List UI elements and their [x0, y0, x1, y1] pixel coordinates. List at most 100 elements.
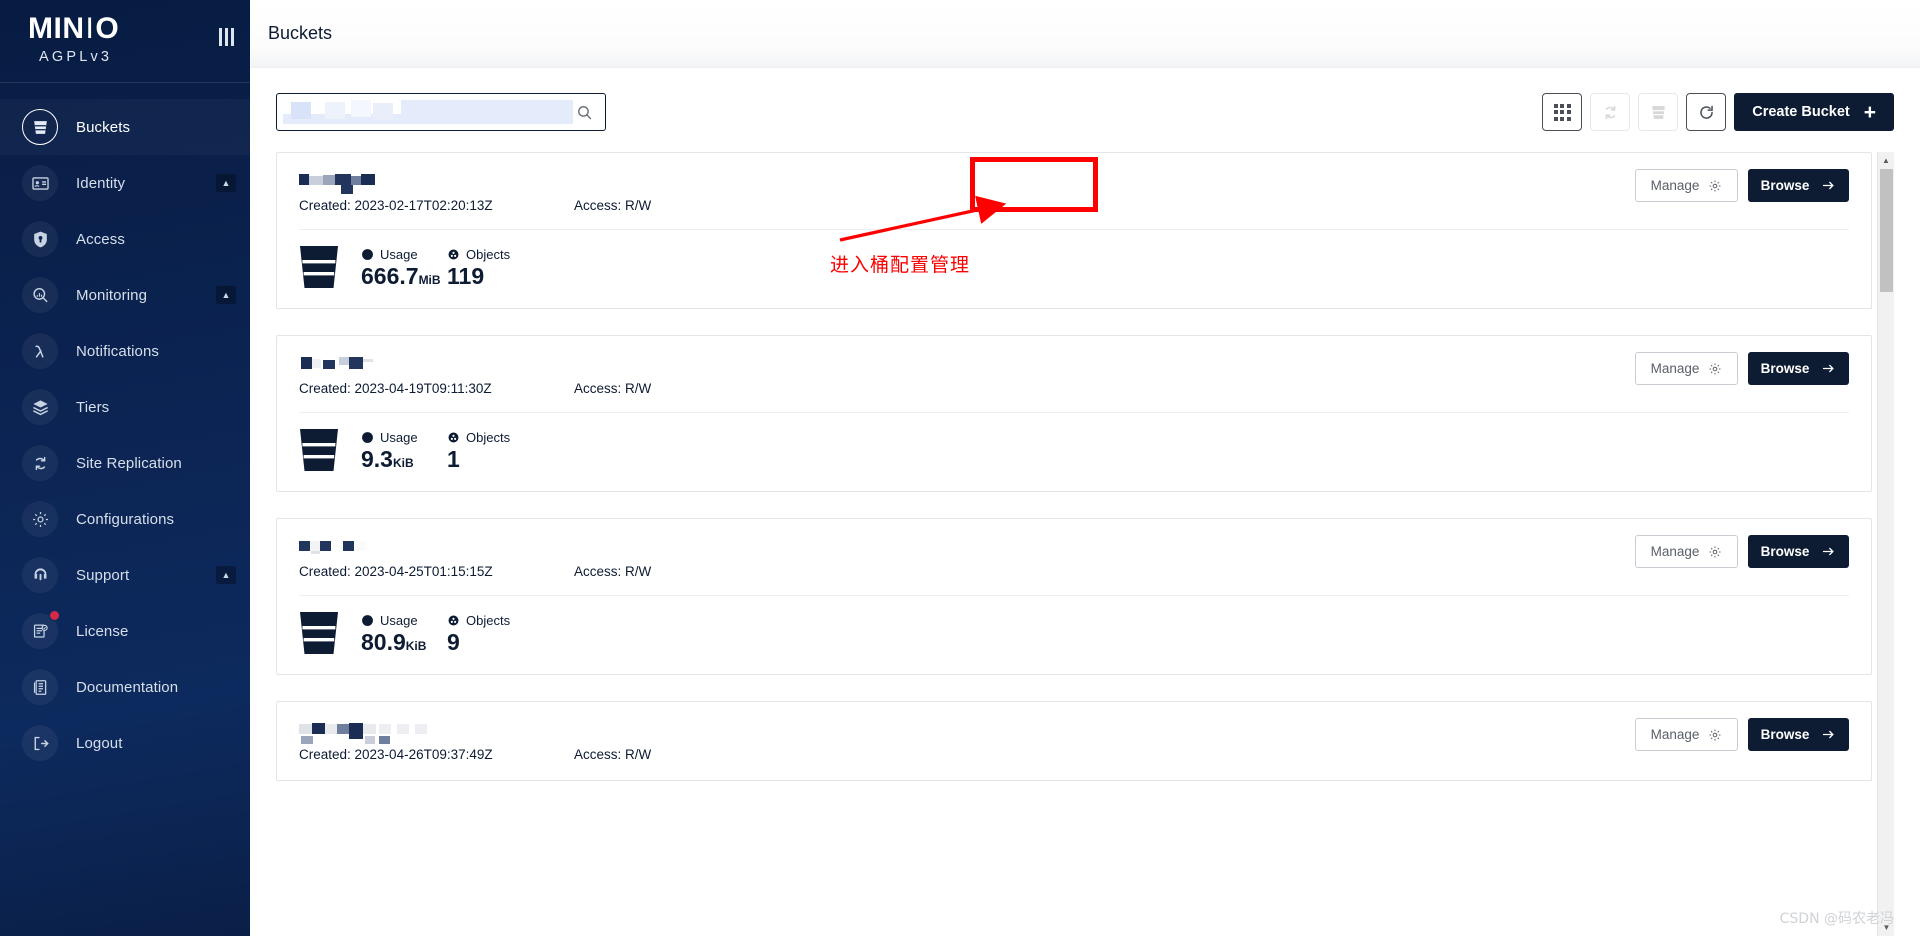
objects-stat-head: Objects [447, 613, 557, 628]
sidebar-item-configurations[interactable]: Configurations [0, 491, 250, 547]
sidebar-item-documentation[interactable]: Documentation [0, 659, 250, 715]
top-header: Buckets [250, 0, 1920, 68]
sidebar-item-label: Documentation [76, 678, 179, 696]
sidebar-item-identity[interactable]: Identity ▲ [0, 155, 250, 211]
sidebar-item-site-replication[interactable]: Site Replication [0, 435, 250, 491]
sidebar-item-logout[interactable]: Logout [0, 715, 250, 771]
chevron-up-icon[interactable]: ▲ [216, 174, 236, 192]
browse-button[interactable]: Browse [1748, 352, 1849, 385]
sidebar-item-label: Access [76, 230, 125, 248]
browse-label: Browse [1760, 361, 1810, 376]
bucket-card[interactable]: Created: 2023-02-17T02:20:13Z Access: R/… [276, 152, 1872, 309]
scrollbar-thumb[interactable] [1880, 169, 1893, 292]
bucket-card[interactable]: Created: 2023-04-19T09:11:30Z Access: R/… [276, 335, 1872, 492]
main-area: Buckets Create Bucket + Created: 2023-02… [250, 0, 1920, 936]
usage-number: 9.3 [361, 445, 393, 472]
sidebar-header: MINIO AGPLv3 [0, 0, 250, 83]
clock-icon [362, 248, 373, 260]
objects-icon [448, 249, 459, 259]
sidebar-nav: Buckets Identity ▲ Access Monitoring ▲ N… [0, 83, 250, 771]
bucket-icon [22, 109, 58, 145]
sidebar-item-label: Tiers [76, 398, 110, 416]
book-icon [22, 669, 58, 705]
sidebar-item-access[interactable]: Access [0, 211, 250, 267]
watermark: CSDN @码农老冯 [1779, 911, 1894, 927]
sidebar-item-monitoring[interactable]: Monitoring ▲ [0, 267, 250, 323]
scroll-up-arrow-icon[interactable]: ▲ [1878, 152, 1894, 169]
bucket-icon [299, 427, 339, 473]
search-icon [573, 104, 595, 121]
manage-button[interactable]: Manage [1635, 535, 1738, 568]
arrow-right-icon [1823, 730, 1835, 739]
bucket-card[interactable]: Created: 2023-04-25T01:15:15Z Access: R/… [276, 518, 1872, 675]
identity-card-icon [22, 165, 58, 201]
sidebar-item-support[interactable]: Support ▲ [0, 547, 250, 603]
sidebar-item-label: Identity [76, 174, 126, 192]
layers-icon [22, 389, 58, 425]
bucket-card-meta: Created: 2023-04-25T01:15:15Z Access: R/… [299, 564, 1635, 579]
chevron-up-icon[interactable]: ▲ [216, 566, 236, 584]
usage-stat-head: Usage [361, 430, 439, 445]
clock-icon [362, 431, 373, 443]
manage-button[interactable]: Manage [1635, 718, 1738, 751]
manage-button[interactable]: Manage [1635, 169, 1738, 202]
sidebar-item-label: Site Replication [76, 454, 182, 472]
usage-number: 80.9 [361, 628, 406, 655]
browse-label: Browse [1760, 178, 1810, 193]
objects-label: Objects [466, 429, 511, 445]
content-area: Create Bucket + Created: 2023-02-17T02:2… [250, 68, 1920, 936]
usage-value: 666.7MiB [361, 264, 441, 288]
objects-stat: Objects 9 [447, 613, 557, 654]
sidebar-item-notifications[interactable]: Notifications [0, 323, 250, 379]
bucket-access: Access: R/W [574, 747, 652, 762]
objects-value: 9 [447, 628, 460, 655]
browse-button[interactable]: Browse [1748, 718, 1849, 751]
bucket-card-stats: Usage 9.3KiB Objects 1 [299, 413, 1849, 473]
create-bucket-button[interactable]: Create Bucket + [1734, 93, 1894, 131]
minio-console: MINIO AGPLv3 Buckets Identity ▲ Access M… [0, 0, 1920, 936]
gear-icon [1709, 180, 1721, 191]
usage-value: 9.3KiB [361, 445, 439, 472]
sidebar-item-license[interactable]: License [0, 603, 250, 659]
usage-value: 80.9KiB [361, 628, 439, 655]
bucket-card-actions: Manage Browse [1635, 718, 1849, 751]
menu-toggle-icon[interactable] [219, 28, 234, 46]
usage-stat: Usage 9.3KiB [361, 430, 439, 471]
bucket-access: Access: R/W [574, 564, 652, 579]
bucket-card-header: Created: 2023-04-25T01:15:15Z Access: R/… [299, 535, 1849, 579]
clock-icon [362, 614, 373, 626]
chevron-up-icon[interactable]: ▲ [216, 286, 236, 304]
bucket-created: Created: 2023-04-19T09:11:30Z [299, 381, 492, 396]
arrow-right-icon [1823, 181, 1835, 190]
browse-button[interactable]: Browse [1748, 535, 1849, 568]
bucket-card-info: Created: 2023-02-17T02:20:13Z Access: R/… [299, 173, 1635, 213]
gear-icon [1709, 363, 1721, 374]
refresh-button[interactable] [1686, 93, 1727, 131]
sidebar-item-label: Support [76, 566, 130, 584]
bucket-card[interactable]: Created: 2023-04-26T09:37:49Z Access: R/… [276, 701, 1872, 781]
sidebar-item-buckets[interactable]: Buckets [0, 99, 250, 155]
manage-button[interactable]: Manage [1635, 352, 1738, 385]
bucket-access: Access: R/W [574, 198, 652, 213]
objects-value: 1 [447, 445, 460, 472]
sync-arrows-icon [22, 445, 58, 481]
sidebar-item-label: Notifications [76, 342, 160, 360]
shield-lock-icon [22, 221, 58, 257]
sidebar-item-tiers[interactable]: Tiers [0, 379, 250, 435]
bucket-card-stats: Usage 666.7MiB Objects 119 [299, 230, 1849, 290]
vertical-scrollbar[interactable]: ▲ ▼ [1877, 152, 1894, 936]
grid-view-button[interactable] [1542, 93, 1583, 131]
manage-label: Manage [1650, 361, 1700, 376]
browse-button[interactable]: Browse [1748, 169, 1849, 202]
buckets-list: Created: 2023-02-17T02:20:13Z Access: R/… [276, 152, 1894, 936]
magnifier-chart-icon [22, 277, 58, 313]
search-input[interactable] [276, 93, 606, 131]
usage-stat: Usage 666.7MiB [361, 247, 441, 288]
delete-bucket-button[interactable] [1638, 93, 1679, 131]
replication-button[interactable] [1590, 93, 1631, 131]
gear-icon [22, 501, 58, 537]
sidebar-item-label: Monitoring [76, 286, 148, 304]
bucket-card-stats: Usage 80.9KiB Objects 9 [299, 596, 1849, 656]
notification-badge [49, 610, 60, 621]
grid-icon [1553, 103, 1571, 121]
